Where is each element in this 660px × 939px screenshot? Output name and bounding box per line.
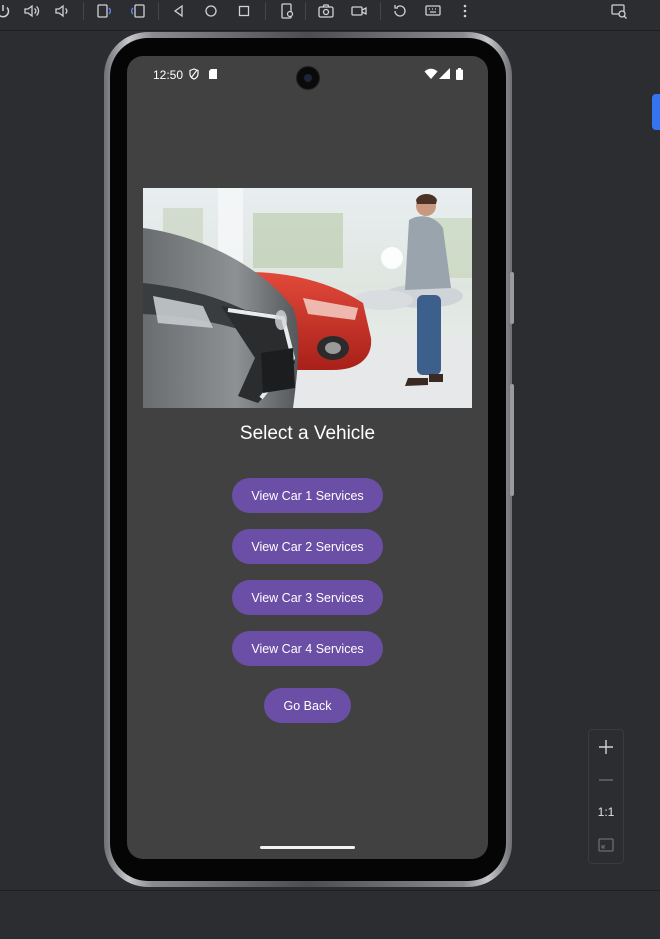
zoom-actual-size[interactable]: 1:1 bbox=[589, 797, 623, 827]
rotate-left-icon[interactable] bbox=[93, 0, 115, 22]
wifi-icon bbox=[424, 68, 438, 79]
power-button bbox=[510, 272, 514, 324]
zoom-out-icon[interactable] bbox=[589, 765, 623, 795]
view-car-4-services-button[interactable]: View Car 4 Services bbox=[232, 631, 383, 666]
view-car-3-services-button[interactable]: View Car 3 Services bbox=[232, 580, 383, 615]
record-icon[interactable] bbox=[348, 0, 370, 22]
battery-icon bbox=[456, 68, 463, 80]
volume-rocker bbox=[510, 384, 514, 496]
device-settings-icon[interactable] bbox=[276, 0, 298, 22]
view-car-2-services-button[interactable]: View Car 2 Services bbox=[232, 529, 383, 564]
camera-icon[interactable] bbox=[315, 0, 337, 22]
more-icon[interactable] bbox=[454, 0, 476, 22]
fit-screen-icon[interactable] bbox=[589, 830, 623, 860]
bottom-status-bar bbox=[0, 890, 660, 939]
keyboard-icon[interactable] bbox=[422, 0, 444, 22]
status-time: 12:50 bbox=[153, 68, 184, 82]
zoom-label: 1:1 bbox=[597, 805, 615, 819]
overview-icon[interactable] bbox=[233, 0, 255, 22]
device-screen: 12:50 Select a Vehicle View Car 1 Servic… bbox=[127, 56, 488, 859]
car-showroom-image bbox=[143, 188, 472, 408]
zoom-controls: 1:1 bbox=[588, 729, 624, 864]
sd-card-icon bbox=[209, 69, 217, 79]
shield-icon bbox=[189, 68, 199, 80]
go-back-button[interactable]: Go Back bbox=[264, 688, 351, 723]
home-icon[interactable] bbox=[200, 0, 222, 22]
snapshot-icon[interactable] bbox=[608, 0, 630, 22]
back-icon[interactable] bbox=[168, 0, 190, 22]
side-panel-tab[interactable] bbox=[652, 94, 660, 130]
page-title: Select a Vehicle bbox=[239, 423, 376, 444]
volume-up-icon[interactable] bbox=[20, 0, 42, 22]
rotate-right-icon[interactable] bbox=[127, 0, 149, 22]
signal-icon bbox=[439, 68, 450, 79]
hero-image bbox=[143, 188, 472, 408]
volume-down-icon[interactable] bbox=[51, 0, 73, 22]
reset-icon[interactable] bbox=[389, 0, 411, 22]
zoom-in-icon[interactable] bbox=[589, 732, 623, 762]
gesture-home-bar[interactable] bbox=[260, 846, 355, 849]
front-camera bbox=[296, 66, 320, 90]
view-car-1-services-button[interactable]: View Car 1 Services bbox=[232, 478, 383, 513]
emulator-toolbar bbox=[0, 0, 660, 31]
power-icon[interactable] bbox=[0, 0, 14, 22]
